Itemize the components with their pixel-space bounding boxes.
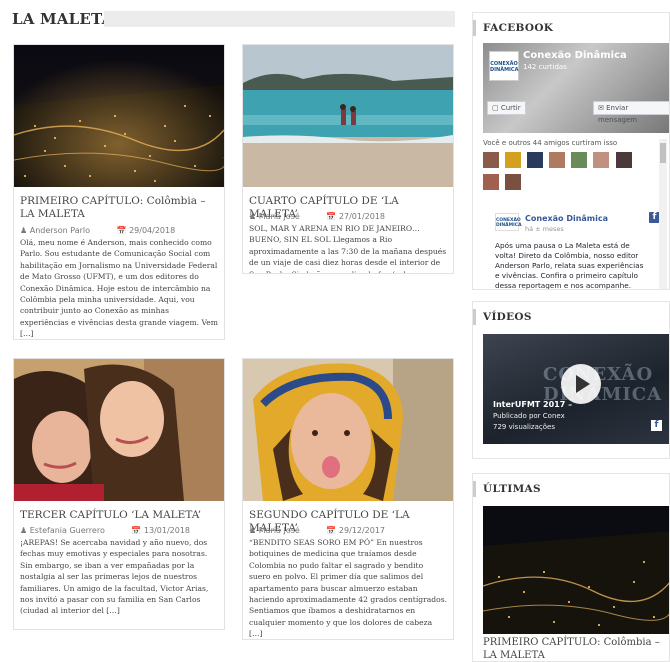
play-icon[interactable]: [561, 364, 601, 404]
post-excerpt: ¡AREPAS! Se acercaba navidad y año nuevo…: [20, 538, 209, 616]
post-thumbnail-city-night[interactable]: [14, 45, 224, 187]
section-title-bar: [104, 11, 455, 27]
scrollbar-thumb[interactable]: [660, 143, 666, 163]
latest-widget: ÚLTIMAS PRIMEIRO CAPÍTULO: Colômbia – LA…: [472, 473, 670, 662]
video-publisher[interactable]: Publicado por Conex: [493, 412, 565, 420]
friend-avatar[interactable]: [527, 152, 544, 168]
post-author[interactable]: ♟ María José: [249, 212, 312, 221]
post-meta: ♟ Estefania Guerrero 📅 13/01/2018: [20, 526, 218, 535]
post-title[interactable]: PRIMEIRO CAPÍTULO: Colômbia – LA MALETA: [20, 195, 218, 221]
friend-avatar[interactable]: [505, 152, 522, 168]
post-time[interactable]: há ± meses: [525, 225, 564, 233]
post-meta: ♟ María José 📅 27/01/2018: [249, 212, 447, 221]
post-title[interactable]: TERCER CAPÍTULO ‘LA MALETA’: [20, 509, 218, 522]
latest-post-title[interactable]: PRIMEIRO CAPÍTULO: Colômbia – LA MALETA: [483, 637, 669, 661]
post-date: 📅 29/12/2017: [326, 526, 385, 535]
facebook-page-cover[interactable]: CONEXÃO DINÂMICA Conexão Dinâmica 142 cu…: [483, 43, 669, 133]
like-page-button[interactable]: ▢ Curtir: [487, 101, 526, 115]
friend-avatar[interactable]: [549, 152, 566, 168]
post-author[interactable]: ♟ Estefania Guerrero: [20, 526, 117, 535]
page-logo[interactable]: CONEXÃO DINÂMICA: [489, 51, 519, 81]
facebook-icon: ▢: [492, 104, 499, 112]
post-thumbnail-girl-tongue[interactable]: [243, 359, 453, 501]
post-thumbnail-selfie-girls[interactable]: [14, 359, 224, 501]
post-card-3[interactable]: TERCER CAPÍTULO ‘LA MALETA’ ♟ Estefania …: [13, 358, 225, 630]
post-page-logo[interactable]: CONEXÃO DINÂMICA: [495, 213, 522, 231]
send-message-button[interactable]: ✉ Enviar mensagem: [593, 101, 669, 124]
widget-title: ÚLTIMAS: [473, 474, 669, 504]
friend-avatar[interactable]: [483, 152, 499, 168]
section-title: LA MALETA: [12, 10, 114, 28]
post-page-name[interactable]: Conexão Dinâmica: [525, 214, 608, 223]
video-views: 729 visualizações: [493, 423, 555, 431]
friend-avatars: [483, 152, 633, 196]
friend-avatar[interactable]: [593, 152, 610, 168]
videos-widget: VÍDEOS CONEXÃO DINÂMICA InterUFMT 2017 –…: [472, 301, 670, 459]
post-card-1[interactable]: PRIMEIRO CAPÍTULO: Colômbia – LA MALETA …: [13, 44, 225, 340]
friend-avatar[interactable]: [505, 174, 522, 190]
post-author[interactable]: ♟ María José: [249, 526, 312, 535]
friend-avatar[interactable]: [483, 174, 499, 190]
friend-avatar[interactable]: [571, 152, 588, 168]
post-date: 📅 27/01/2018: [326, 212, 385, 221]
page-name[interactable]: Conexão Dinâmica: [523, 50, 627, 61]
widget-title: FACEBOOK: [473, 13, 669, 43]
video-player[interactable]: CONEXÃO DINÂMICA InterUFMT 2017 – Public…: [483, 334, 669, 444]
post-date: 📅 29/04/2018: [116, 226, 176, 235]
friend-avatar[interactable]: [615, 152, 632, 168]
feed-scrollbar[interactable]: [659, 139, 667, 289]
post-excerpt: “BENDITO SEAS SORO EM PÓ” En nuestros bo…: [249, 538, 448, 639]
post-card-2[interactable]: CUARTO CAPÍTULO DE ‘LA MALETA’ ♟ María J…: [242, 44, 454, 274]
post-excerpt: SOL, MAR Y ARENA EN RIO DE JANEIRO… BUEN…: [249, 224, 447, 273]
post-author[interactable]: ♟ Anderson Parlo: [20, 226, 102, 235]
friends-like-text: Você e outros 44 amigos curtiram isso: [483, 139, 618, 147]
post-meta: ♟ María José 📅 29/12/2017: [249, 526, 447, 535]
post-text: Após uma pausa o La Maleta está de volta…: [495, 241, 644, 290]
latest-post-thumbnail[interactable]: [483, 506, 669, 634]
section-header: LA MALETA: [12, 10, 455, 28]
facebook-widget: FACEBOOK CONEXÃO DINÂMICA Conexão Dinâmi…: [472, 12, 670, 290]
video-title[interactable]: InterUFMT 2017 –: [493, 400, 572, 409]
facebook-f-icon[interactable]: f: [651, 420, 662, 431]
message-icon: ✉: [598, 104, 604, 112]
widget-title: VÍDEOS: [473, 302, 669, 332]
post-excerpt: Olá, meu nome é Anderson, mais conhecido…: [20, 238, 218, 339]
post-meta: ♟ Anderson Parlo 📅 29/04/2018: [20, 226, 218, 235]
post-date: 📅 13/01/2018: [131, 526, 191, 535]
post-card-4[interactable]: SEGUNDO CAPÍTULO DE ‘LA MALETA’ ♟ María …: [242, 358, 454, 640]
page-like-count: 142 curtidas: [523, 63, 567, 71]
post-thumbnail-beach[interactable]: [243, 45, 453, 187]
